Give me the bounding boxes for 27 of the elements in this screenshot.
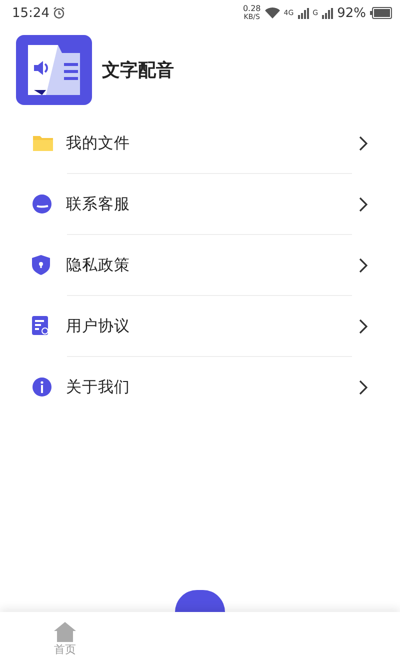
network-speed: 0.28 — [242, 5, 261, 13]
document-icon — [32, 316, 50, 336]
chevron-right-icon — [359, 380, 368, 394]
menu-item[interactable]: 隐私政策 — [0, 235, 400, 295]
app-title: 文字配音 — [102, 59, 174, 82]
chat-icon — [32, 194, 52, 214]
signal-icon — [298, 8, 309, 18]
status-time: 15:24 — [12, 6, 50, 20]
alarm-icon — [53, 7, 66, 19]
folder-icon — [32, 134, 54, 152]
menu-item[interactable]: 关于我们 — [0, 357, 400, 417]
menu-item[interactable]: 我的文件 — [0, 113, 400, 173]
menu-item[interactable]: 联系客服 — [0, 174, 400, 234]
wifi-icon — [264, 7, 280, 19]
center-action-button[interactable] — [175, 590, 225, 612]
info-icon — [32, 377, 52, 397]
battery-level: 92% — [337, 6, 366, 20]
home-icon — [54, 622, 76, 642]
chevron-right-icon — [359, 318, 368, 334]
chevron-right-icon — [359, 136, 368, 150]
menu-item[interactable]: 用户协议 — [0, 296, 400, 356]
app-logo-icon — [16, 35, 92, 105]
battery-icon — [370, 7, 392, 19]
chevron-right-icon — [359, 258, 368, 272]
chevron-right-icon — [359, 196, 368, 212]
shield-icon — [32, 255, 50, 275]
signal-icon — [322, 8, 334, 18]
